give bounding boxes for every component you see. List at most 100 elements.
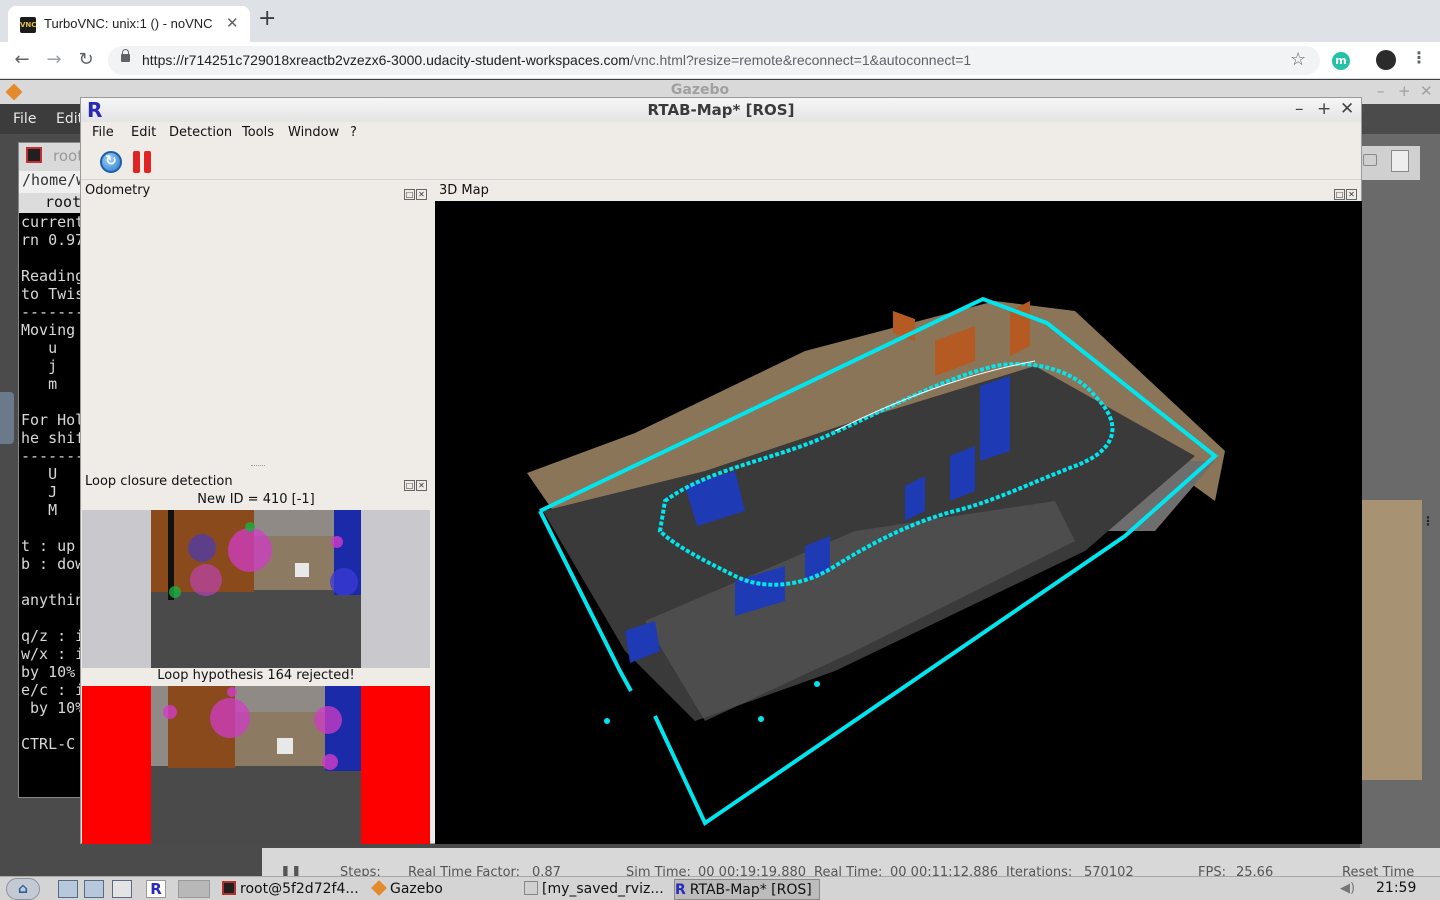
reset-time-button[interactable]: Reset Time [1342, 865, 1414, 876]
map-dock-title: 3D Map □ ✕ [439, 183, 1361, 201]
tab-close-icon[interactable]: ✕ [226, 14, 239, 32]
taskbar-label: root@5f2d72f4... [240, 881, 359, 897]
map-title: 3D Map [439, 183, 489, 198]
dock-buttons: □ ✕ [403, 186, 429, 200]
browser-tab[interactable]: VNC TurboVNC: unix:1 () - noVNC ✕ [8, 6, 250, 42]
terminal-line: by 10% [21, 663, 82, 681]
blank-launcher[interactable] [178, 880, 210, 898]
lock-icon [121, 49, 130, 62]
extension-m-icon[interactable]: m [1332, 52, 1350, 70]
browser-menu-icon[interactable]: ⋮ [1411, 48, 1427, 67]
gazebo-title: Gazebo [670, 82, 730, 98]
url-path: /vnc.html?resize=remote&reconnect=1&auto… [629, 52, 972, 68]
terminal-line: J [21, 483, 58, 501]
odometry-dock-title: Odometry □ ✕ [85, 183, 431, 201]
bookmark-star-icon[interactable]: ☆ [1290, 49, 1306, 70]
iterations-value: 570102 [1084, 865, 1134, 876]
rtf-label: Real Time Factor: [408, 865, 521, 876]
dock-close-icon[interactable]: ✕ [416, 189, 427, 200]
back-arrow-icon[interactable]: ← [10, 48, 34, 72]
real-time-value: 00 00:11:12.886 [890, 865, 999, 876]
terminal-tab[interactable]: root@ [19, 193, 81, 213]
pause-icon[interactable] [133, 151, 153, 173]
window-icon[interactable] [112, 880, 132, 898]
terminal-line: anythin [21, 591, 82, 609]
3d-map-svg [527, 296, 1225, 826]
terminal-title: root [53, 147, 82, 165]
gazebo-wall [1362, 500, 1422, 780]
dock-close-icon[interactable]: ✕ [416, 480, 427, 491]
taskbar-item-gazebo[interactable]: Gazebo [371, 879, 443, 900]
terminal-line: Reading [21, 267, 82, 285]
terminal-window[interactable]: root /home/w root@ currentrn 0.97 Readin… [18, 142, 82, 798]
menu-edit[interactable]: Edit [131, 125, 156, 140]
menu-help[interactable]: ? [350, 125, 357, 140]
profile-avatar[interactable] [1376, 50, 1396, 70]
gazebo-menu-file[interactable]: File [13, 111, 36, 127]
terminal-icon [222, 881, 236, 895]
gazebo-close-icon[interactable]: ✕ [1420, 82, 1433, 100]
tab-title: TurboVNC: unix:1 () - noVNC [44, 16, 213, 31]
menu-file[interactable]: File [92, 125, 114, 140]
forward-arrow-icon[interactable]: → [42, 48, 66, 72]
url-host: https://r714251c729018xreactb2vzezx6-300… [142, 52, 630, 68]
splitter-handle[interactable] [251, 465, 265, 467]
gazebo-maximize-icon[interactable]: + [1398, 82, 1411, 100]
iterations-label: Iterations: [1006, 865, 1073, 876]
start-menu-icon[interactable]: ⌂ [6, 878, 40, 900]
novnc-right-handle[interactable]: ⋮ [1422, 514, 1434, 528]
novnc-sidebar-handle[interactable] [0, 392, 14, 444]
reload-icon[interactable]: ↻ [74, 48, 98, 72]
browser-toolbar: ← → ↻ https://r714251c729018xreactb2vzez… [0, 42, 1440, 79]
address-bar[interactable]: https://r714251c729018xreactb2vzezx6-300… [108, 46, 1320, 75]
refresh-icon[interactable]: ↻ [100, 151, 122, 173]
loop-closure-title: Loop closure detection [85, 474, 233, 489]
terminal-line: U [21, 465, 58, 483]
current-image-svg [151, 510, 361, 668]
gazebo-menubar: File Edit [0, 104, 83, 134]
close-icon[interactable]: ✕ [1340, 99, 1354, 119]
browser-tab-strip: VNC TurboVNC: unix:1 () - noVNC ✕ + [0, 0, 1440, 42]
rtabmap-menubar: File Edit Detection Tools Window ? [81, 122, 1361, 144]
menu-tools[interactable]: Tools [242, 125, 274, 140]
taskbar-item-terminal[interactable]: root@5f2d72f4... [222, 879, 359, 900]
minimize-icon[interactable]: – [1295, 99, 1304, 119]
taskbar-item-rviz[interactable]: [my_saved_rviz... [524, 879, 664, 900]
sim-time-value: 00 00:19:19.880 [698, 865, 807, 876]
gazebo-status-bar: ❚❚ Steps: Real Time Factor: 0.87 Sim Tim… [262, 848, 1440, 876]
screenshot-icon[interactable] [1363, 154, 1377, 166]
dock-buttons: □ ✕ [1333, 186, 1359, 200]
terminal-icon [26, 147, 42, 163]
gazebo-minimize-icon[interactable]: – [1377, 82, 1385, 100]
loop-hypothesis-image[interactable] [82, 686, 430, 844]
3d-map-view[interactable] [435, 201, 1362, 844]
rtabmap-launcher-icon[interactable]: R [146, 880, 166, 898]
volume-icon[interactable]: ◀) [1340, 881, 1355, 896]
terminal-line: ------- [21, 303, 82, 321]
maximize-icon[interactable]: + [1317, 99, 1331, 119]
url-text: https://r714251c729018xreactb2vzezx6-300… [142, 52, 971, 68]
rtf-value: 0.87 [532, 865, 561, 876]
taskbar: ⌂ R root@5f2d72f4... Gazebo [my_saved_rv… [0, 876, 1440, 900]
terminal-line: e/c : i [21, 681, 82, 699]
dock-close-icon[interactable]: ✕ [1346, 189, 1357, 200]
menu-detection[interactable]: Detection [169, 125, 232, 140]
dock-float-icon[interactable]: □ [1334, 189, 1345, 200]
terminal-line: b : dow [21, 555, 82, 573]
log-icon[interactable] [1391, 150, 1409, 172]
terminal-line: t : up [21, 537, 82, 555]
pause-icon[interactable]: ❚❚ [280, 865, 302, 876]
dock-float-icon[interactable]: □ [404, 480, 415, 491]
current-image[interactable] [82, 510, 430, 668]
new-tab-icon[interactable]: + [258, 8, 276, 30]
vnc-favicon-icon: VNC [20, 17, 36, 33]
taskbar-item-rtabmap[interactable]: R RTAB-Map* [ROS] [674, 879, 820, 900]
network-icon[interactable] [84, 880, 104, 898]
menu-window[interactable]: Window [288, 125, 339, 140]
file-manager-icon[interactable] [58, 880, 78, 898]
dock-float-icon[interactable]: □ [404, 189, 415, 200]
